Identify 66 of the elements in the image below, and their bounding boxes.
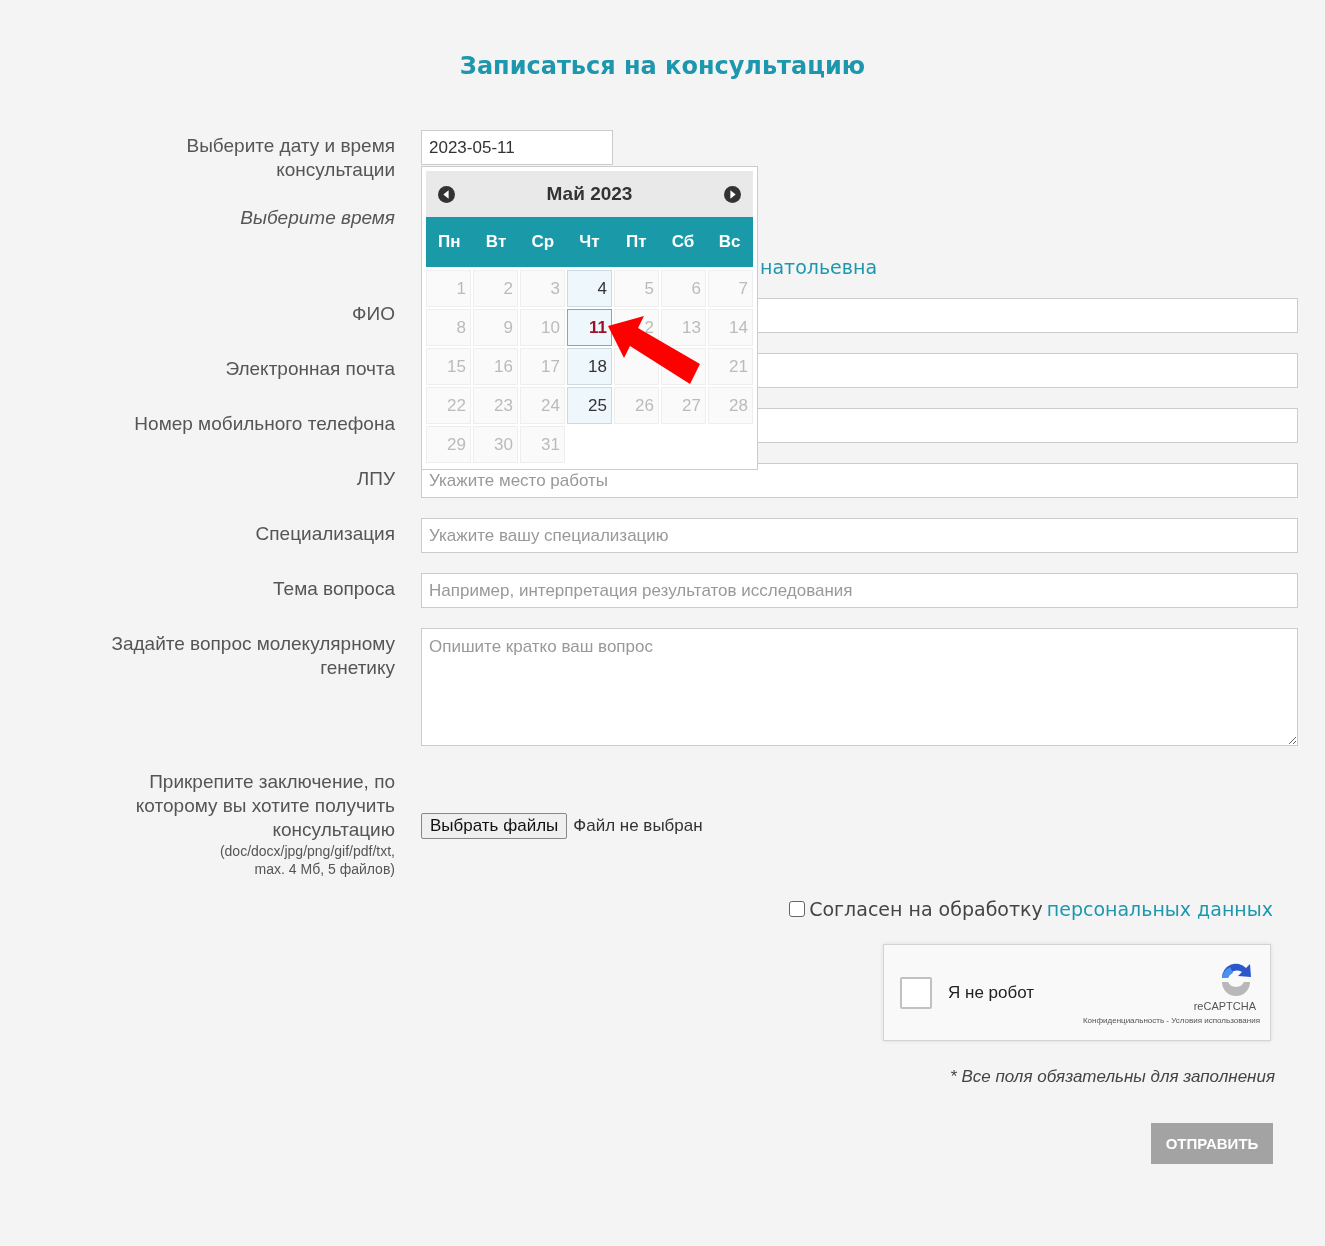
field-label: Номер мобильного телефона xyxy=(133,412,395,436)
input-field[interactable]: Укажите место работы xyxy=(421,463,1298,498)
calendar-day: 6 xyxy=(661,270,706,307)
calendar-day: 26 xyxy=(614,387,659,424)
weekday-label: Пн xyxy=(437,232,462,252)
calendar-day: 8 xyxy=(426,309,471,346)
calendar-day: 29 xyxy=(426,426,471,463)
weekday-label: Ср xyxy=(530,232,556,252)
captcha-label: Я не робот xyxy=(948,982,1036,1003)
question-field[interactable]: Опишите кратко ваш вопрос xyxy=(421,628,1298,746)
calendar-day: 13 xyxy=(661,309,706,346)
calendar-day[interactable]: 11 xyxy=(567,309,612,346)
arrow-icon xyxy=(608,316,700,384)
calendar-day: 17 xyxy=(520,348,565,385)
calendar-day: 5 xyxy=(614,270,659,307)
field-label: ФИО xyxy=(351,302,395,326)
weekday-label: Чт xyxy=(578,232,601,252)
input-field[interactable]: Укажите вашу специализацию xyxy=(421,518,1298,553)
calendar-day: 30 xyxy=(473,426,518,463)
field-label: Задайте вопрос молекулярному генетику xyxy=(110,632,395,680)
previous-month-icon[interactable] xyxy=(438,185,455,203)
calendar-day: 22 xyxy=(426,387,471,424)
calendar-day: 16 xyxy=(473,348,518,385)
month-title: Май 2023 xyxy=(546,183,633,205)
calendar-day: 21 xyxy=(708,348,753,385)
calendar-day: 27 xyxy=(661,387,706,424)
weekday-label: Вс xyxy=(717,232,742,252)
weekday-label: Пт xyxy=(624,232,648,252)
file-hint: (doc/docx/jpg/png/gif/pdf/txt, xyxy=(219,842,395,860)
calendar-day: 3 xyxy=(520,270,565,307)
field-label: Выберите время xyxy=(239,206,395,230)
field-label: Выберите дату и время консультации xyxy=(185,134,395,182)
choose-files-button[interactable]: Выбрать файлы xyxy=(421,813,568,839)
file-hint: max. 4 Мб, 5 файлов) xyxy=(254,860,395,878)
captcha-checkbox[interactable] xyxy=(900,976,932,1009)
consent-text: Согласен на обработку xyxy=(809,898,1043,920)
field-label: ЛПУ xyxy=(355,467,395,491)
weekday-label: Сб xyxy=(670,232,696,252)
weekday-label: Вт xyxy=(484,232,508,252)
field-label: Специализация xyxy=(254,522,395,546)
calendar-day: 1 xyxy=(426,270,471,307)
calendar-day: 2 xyxy=(473,270,518,307)
required-note: * Все поля обязательны для заполнения xyxy=(950,1067,1275,1087)
calendar-day: 24 xyxy=(520,387,565,424)
consent-checkbox[interactable] xyxy=(789,901,806,917)
calendar-day[interactable]: 25 xyxy=(567,387,612,424)
input-field[interactable]: Например, интерпретация результатов исследования xyxy=(421,573,1298,608)
calendar-day: 31 xyxy=(520,426,565,463)
calendar-day[interactable]: 18 xyxy=(567,348,612,385)
calendar-day: 9 xyxy=(473,309,518,346)
calendar-day: 23 xyxy=(473,387,518,424)
next-month-icon[interactable] xyxy=(724,185,741,203)
form-title: Записаться на консультацию xyxy=(458,52,867,80)
calendar-day: 10 xyxy=(520,309,565,346)
calendar-day[interactable]: 4 xyxy=(567,270,612,307)
field-label: Тема вопроса xyxy=(272,577,395,601)
calendar-day: 7 xyxy=(708,270,753,307)
calendar-day: 28 xyxy=(708,387,753,424)
calendar-day: 15 xyxy=(426,348,471,385)
field-label: Прикрепите заключение, по которому вы хотите получить консультацию xyxy=(134,770,395,842)
field-label: Электронная почта xyxy=(224,357,395,381)
file-status: Файл не выбран xyxy=(573,816,703,836)
calendar-day: 14 xyxy=(708,309,753,346)
date-field[interactable]: 2023-05-11 xyxy=(421,130,613,165)
captcha-links[interactable]: Конфиденциальность - Условия использования xyxy=(1082,1016,1260,1025)
captcha-brand: reCAPTCHA xyxy=(1193,1000,1256,1012)
